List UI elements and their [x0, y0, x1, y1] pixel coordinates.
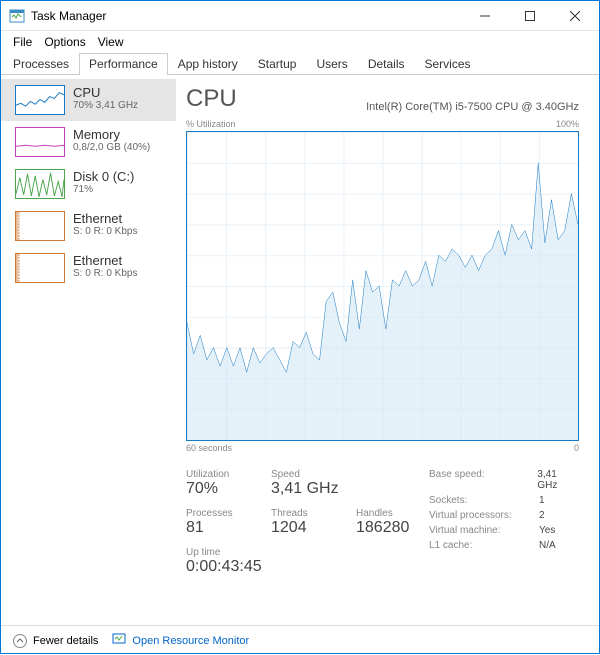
- y-axis-label: % Utilization: [186, 119, 236, 129]
- y-axis-max: 100%: [556, 119, 579, 129]
- ethernet-thumbnail: [15, 211, 65, 241]
- sidebar-memory-info: Memory 0,8/2,0 GB (40%): [73, 127, 166, 153]
- disk-thumbnail: [15, 169, 65, 199]
- ethernet-thumbnail: [15, 253, 65, 283]
- menu-file[interactable]: File: [7, 33, 38, 51]
- sidebar-eth1-title: Ethernet: [73, 211, 166, 226]
- app-icon: [9, 8, 25, 24]
- stats: Utilization 70% Speed 3,41 GHz Processes…: [186, 469, 579, 576]
- speed-value: 3,41 GHz: [271, 480, 339, 498]
- window-controls: [462, 1, 597, 31]
- uptime-label: Up time: [186, 547, 421, 558]
- open-resource-monitor-link[interactable]: Open Resource Monitor: [112, 632, 249, 649]
- fewer-details-label: Fewer details: [33, 635, 98, 647]
- tab-details[interactable]: Details: [358, 53, 415, 75]
- sidebar-eth2-sub: S: 0 R: 0 Kbps: [73, 268, 166, 279]
- stats-right: Base speed:3,41 GHz Sockets:1 Virtual pr…: [429, 469, 579, 576]
- tabs: Processes Performance App history Startu…: [1, 53, 599, 75]
- main-header: CPU Intel(R) Core(TM) i5-7500 CPU @ 3.40…: [186, 85, 579, 113]
- processes-label: Processes: [186, 508, 251, 519]
- uptime-value: 0:00:43:45: [186, 558, 421, 576]
- sidebar-item-disk[interactable]: Disk 0 (C:) 71%: [1, 163, 176, 205]
- maximize-button[interactable]: [507, 1, 552, 31]
- sidebar-eth2-info: Ethernet S: 0 R: 0 Kbps: [73, 253, 166, 279]
- menu-options[interactable]: Options: [38, 33, 91, 51]
- content: CPU 70% 3,41 GHz Memory 0,8/2,0 GB (40%)…: [1, 75, 599, 625]
- memory-thumbnail: [15, 127, 65, 157]
- utilization-label: Utilization: [186, 469, 251, 480]
- minimize-button[interactable]: [462, 1, 507, 31]
- sidebar-disk-info: Disk 0 (C:) 71%: [73, 169, 166, 195]
- sidebar-disk-title: Disk 0 (C:): [73, 169, 166, 184]
- main-title: CPU: [186, 85, 237, 113]
- threads-label: Threads: [271, 508, 336, 519]
- base-speed-key: Base speed:: [429, 469, 537, 491]
- titlebar: Task Manager: [1, 1, 599, 31]
- virtual-processors-key: Virtual processors:: [429, 510, 539, 521]
- chevron-up-icon: [13, 634, 27, 648]
- virtual-machine-key: Virtual machine:: [429, 525, 539, 536]
- sockets-value: 1: [539, 495, 545, 506]
- sidebar-cpu-info: CPU 70% 3,41 GHz: [73, 85, 166, 111]
- tab-services[interactable]: Services: [415, 53, 481, 75]
- tab-users[interactable]: Users: [306, 53, 357, 75]
- tab-app-history[interactable]: App history: [168, 53, 248, 75]
- close-button[interactable]: [552, 1, 597, 31]
- tab-processes[interactable]: Processes: [3, 53, 79, 75]
- sidebar-disk-sub: 71%: [73, 184, 166, 195]
- sidebar-cpu-title: CPU: [73, 85, 166, 100]
- sidebar-eth1-info: Ethernet S: 0 R: 0 Kbps: [73, 211, 166, 237]
- chart-top-labels: % Utilization 100%: [186, 119, 579, 129]
- menubar: File Options View: [1, 31, 599, 53]
- tab-startup[interactable]: Startup: [248, 53, 307, 75]
- tab-performance[interactable]: Performance: [79, 53, 168, 75]
- threads-value: 1204: [271, 519, 336, 537]
- sidebar-memory-title: Memory: [73, 127, 166, 142]
- virtual-processors-value: 2: [539, 510, 545, 521]
- handles-label: Handles: [356, 508, 421, 519]
- stats-left: Utilization 70% Speed 3,41 GHz Processes…: [186, 469, 421, 576]
- cpu-chart[interactable]: [186, 131, 579, 441]
- menu-view[interactable]: View: [92, 33, 130, 51]
- main-panel: CPU Intel(R) Core(TM) i5-7500 CPU @ 3.40…: [176, 75, 599, 625]
- processor-name: Intel(R) Core(TM) i5-7500 CPU @ 3.40GHz: [366, 101, 579, 113]
- handles-value: 186280: [356, 519, 421, 537]
- window-title: Task Manager: [31, 9, 462, 23]
- sidebar-item-ethernet-1[interactable]: Ethernet S: 0 R: 0 Kbps: [1, 205, 176, 247]
- sidebar-cpu-sub: 70% 3,41 GHz: [73, 100, 166, 111]
- utilization-value: 70%: [186, 480, 251, 498]
- monitor-icon: [112, 632, 126, 649]
- chart-line: [187, 132, 578, 440]
- fewer-details-button[interactable]: Fewer details: [13, 634, 98, 648]
- base-speed-value: 3,41 GHz: [537, 469, 579, 491]
- sidebar-item-cpu[interactable]: CPU 70% 3,41 GHz: [1, 79, 176, 121]
- x-axis-right: 0: [574, 443, 579, 453]
- footer: Fewer details Open Resource Monitor: [1, 625, 599, 655]
- sidebar-memory-sub: 0,8/2,0 GB (40%): [73, 142, 166, 153]
- chart-bottom-labels: 60 seconds 0: [186, 443, 579, 453]
- processes-value: 81: [186, 519, 251, 537]
- sidebar-eth1-sub: S: 0 R: 0 Kbps: [73, 226, 166, 237]
- l1-cache-key: L1 cache:: [429, 540, 539, 551]
- sockets-key: Sockets:: [429, 495, 539, 506]
- sidebar-eth2-title: Ethernet: [73, 253, 166, 268]
- cpu-thumbnail: [15, 85, 65, 115]
- sidebar: CPU 70% 3,41 GHz Memory 0,8/2,0 GB (40%)…: [1, 75, 176, 625]
- virtual-machine-value: Yes: [539, 525, 555, 536]
- x-axis-left: 60 seconds: [186, 443, 232, 453]
- sidebar-item-memory[interactable]: Memory 0,8/2,0 GB (40%): [1, 121, 176, 163]
- l1-cache-value: N/A: [539, 540, 556, 551]
- open-resource-monitor-label: Open Resource Monitor: [132, 635, 249, 647]
- speed-label: Speed: [271, 469, 339, 480]
- sidebar-item-ethernet-2[interactable]: Ethernet S: 0 R: 0 Kbps: [1, 247, 176, 289]
